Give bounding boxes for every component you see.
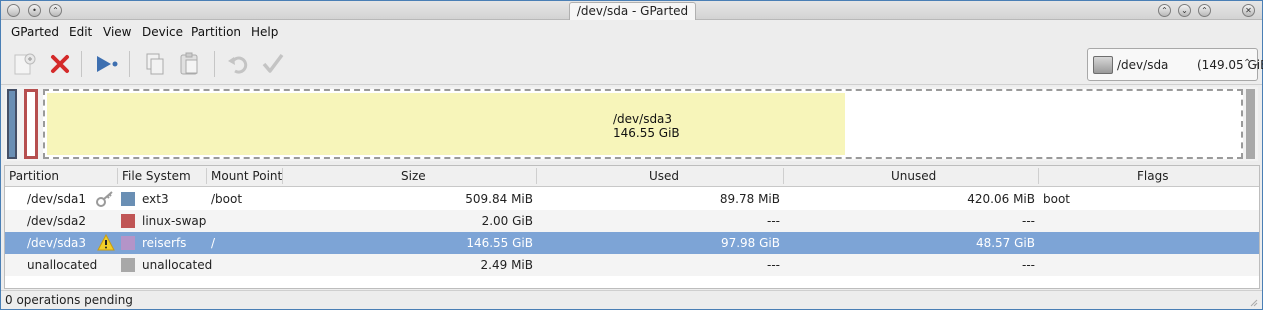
resize-move-icon[interactable] bbox=[94, 51, 120, 77]
window-menu-button[interactable] bbox=[7, 4, 20, 17]
menu-help[interactable]: Help bbox=[251, 25, 278, 39]
col-flags[interactable]: Flags bbox=[1137, 169, 1168, 183]
column-divider bbox=[783, 168, 784, 184]
filesystem-color-swatch bbox=[121, 192, 135, 206]
graph-partition-label: /dev/sda3 146.55 GiB bbox=[613, 112, 680, 140]
toolbar-separator bbox=[129, 51, 130, 77]
apply-icon[interactable] bbox=[260, 51, 286, 77]
minimize-small-icon[interactable]: • bbox=[28, 4, 41, 17]
toolbar-separator bbox=[214, 51, 215, 77]
keep-above-icon[interactable]: ⌃ bbox=[1158, 4, 1171, 17]
col-size[interactable]: Size bbox=[401, 169, 426, 183]
menu-device[interactable]: Device bbox=[142, 25, 183, 39]
menu-gparted[interactable]: GParted bbox=[11, 25, 59, 39]
used-space-bar bbox=[47, 93, 845, 155]
col-used[interactable]: Used bbox=[649, 169, 679, 183]
column-divider bbox=[536, 168, 537, 184]
col-partition[interactable]: Partition bbox=[9, 169, 59, 183]
graph-partition-sda1[interactable] bbox=[7, 89, 17, 159]
column-divider bbox=[282, 168, 283, 184]
col-filesystem[interactable]: File System bbox=[122, 169, 191, 183]
window-title: /dev/sda - GParted bbox=[569, 2, 696, 20]
undo-icon[interactable] bbox=[226, 51, 252, 77]
cell-mount-point: /boot bbox=[211, 192, 243, 206]
chevron-updown-icon: ⌃⌄ bbox=[1243, 58, 1260, 69]
status-bar: 0 operations pending bbox=[1, 290, 1262, 309]
graph-partition-sda2[interactable] bbox=[24, 89, 38, 159]
status-text: 0 operations pending bbox=[5, 293, 133, 307]
cell-unused: --- bbox=[1022, 258, 1035, 272]
cell-size: 2.00 GiB bbox=[481, 214, 533, 228]
filesystem-color-swatch bbox=[121, 258, 135, 272]
table-row[interactable]: /dev/sda1 ext3 /boot 509.84 MiB 89.78 Mi… bbox=[5, 188, 1259, 210]
device-name: /dev/sda bbox=[1117, 58, 1169, 72]
table-row[interactable]: /dev/sda2 linux-swap 2.00 GiB --- --- bbox=[5, 210, 1259, 232]
table-row-selected[interactable]: /dev/sda3 reiserfs / 146.55 GiB 97.98 Gi… bbox=[5, 232, 1259, 254]
toolbar-separator bbox=[81, 51, 82, 77]
cell-unused: 48.57 GiB bbox=[975, 236, 1035, 250]
menu-bar: GParted Edit View Device Partition Help bbox=[1, 21, 1262, 43]
column-divider bbox=[206, 168, 207, 184]
cell-size: 509.84 MiB bbox=[465, 192, 533, 206]
column-divider bbox=[1038, 168, 1039, 184]
new-icon[interactable] bbox=[11, 51, 37, 77]
copy-icon[interactable] bbox=[142, 51, 168, 77]
graph-unallocated[interactable] bbox=[1246, 89, 1255, 159]
cell-mount-point: / bbox=[211, 236, 216, 250]
graph-partition-sda3[interactable]: /dev/sda3 146.55 GiB bbox=[43, 89, 1243, 159]
warning-icon bbox=[97, 234, 115, 251]
device-selector[interactable]: /dev/sda (149.05 GiB) ⌃⌄ bbox=[1087, 48, 1263, 81]
cell-flags: boot bbox=[1043, 192, 1071, 206]
cell-size: 2.49 MiB bbox=[480, 258, 533, 272]
col-unused[interactable]: Unused bbox=[891, 169, 936, 183]
harddisk-icon bbox=[1093, 56, 1113, 74]
cell-used: 89.78 MiB bbox=[719, 192, 780, 206]
cell-used: --- bbox=[767, 214, 780, 228]
cell-filesystem: unallocated bbox=[142, 258, 213, 272]
filesystem-color-swatch bbox=[121, 214, 135, 228]
close-button[interactable]: ✕ bbox=[1242, 4, 1255, 17]
shade-icon[interactable]: ⌃ bbox=[49, 4, 62, 17]
cell-size: 146.55 GiB bbox=[466, 236, 533, 250]
key-icon bbox=[96, 191, 113, 207]
menu-view[interactable]: View bbox=[103, 25, 131, 39]
delete-icon[interactable] bbox=[47, 51, 73, 77]
cell-partition: /dev/sda3 bbox=[27, 236, 87, 250]
column-divider bbox=[117, 168, 118, 184]
graph-partition-name: /dev/sda3 bbox=[613, 112, 673, 126]
menu-edit[interactable]: Edit bbox=[69, 25, 92, 39]
cell-unused: --- bbox=[1022, 214, 1035, 228]
cell-partition: /dev/sda2 bbox=[27, 214, 87, 228]
cell-filesystem: linux-swap bbox=[142, 214, 207, 228]
toolbar: /dev/sda (149.05 GiB) ⌃⌄ bbox=[1, 43, 1263, 85]
title-bar[interactable]: • ⌃ /dev/sda - GParted ⌃ ⌄ ⌃ ✕ bbox=[1, 1, 1262, 20]
resize-grip-icon[interactable] bbox=[1248, 297, 1258, 307]
partition-graph: /dev/sda3 146.55 GiB bbox=[5, 87, 1258, 161]
filesystem-color-swatch bbox=[121, 236, 135, 250]
partition-table: Partition File System Mount Point Size U… bbox=[4, 165, 1260, 289]
cell-used: 97.98 GiB bbox=[720, 236, 780, 250]
cell-partition: unallocated bbox=[27, 258, 98, 272]
cell-partition: /dev/sda1 bbox=[27, 192, 87, 206]
table-header: Partition File System Mount Point Size U… bbox=[5, 166, 1259, 187]
gparted-window: • ⌃ /dev/sda - GParted ⌃ ⌄ ⌃ ✕ GParted E… bbox=[0, 0, 1263, 310]
menu-partition[interactable]: Partition bbox=[191, 25, 241, 39]
graph-partition-size: 146.55 GiB bbox=[613, 126, 680, 140]
cell-unused: 420.06 MiB bbox=[967, 192, 1035, 206]
maximize-button[interactable]: ⌃ bbox=[1198, 4, 1211, 17]
table-row[interactable]: unallocated unallocated 2.49 MiB --- --- bbox=[5, 254, 1259, 276]
cell-filesystem: reiserfs bbox=[142, 236, 187, 250]
paste-icon[interactable] bbox=[177, 51, 203, 77]
minimize-button[interactable]: ⌄ bbox=[1178, 4, 1191, 17]
cell-used: --- bbox=[767, 258, 780, 272]
cell-filesystem: ext3 bbox=[142, 192, 169, 206]
col-mount-point[interactable]: Mount Point bbox=[211, 169, 282, 183]
